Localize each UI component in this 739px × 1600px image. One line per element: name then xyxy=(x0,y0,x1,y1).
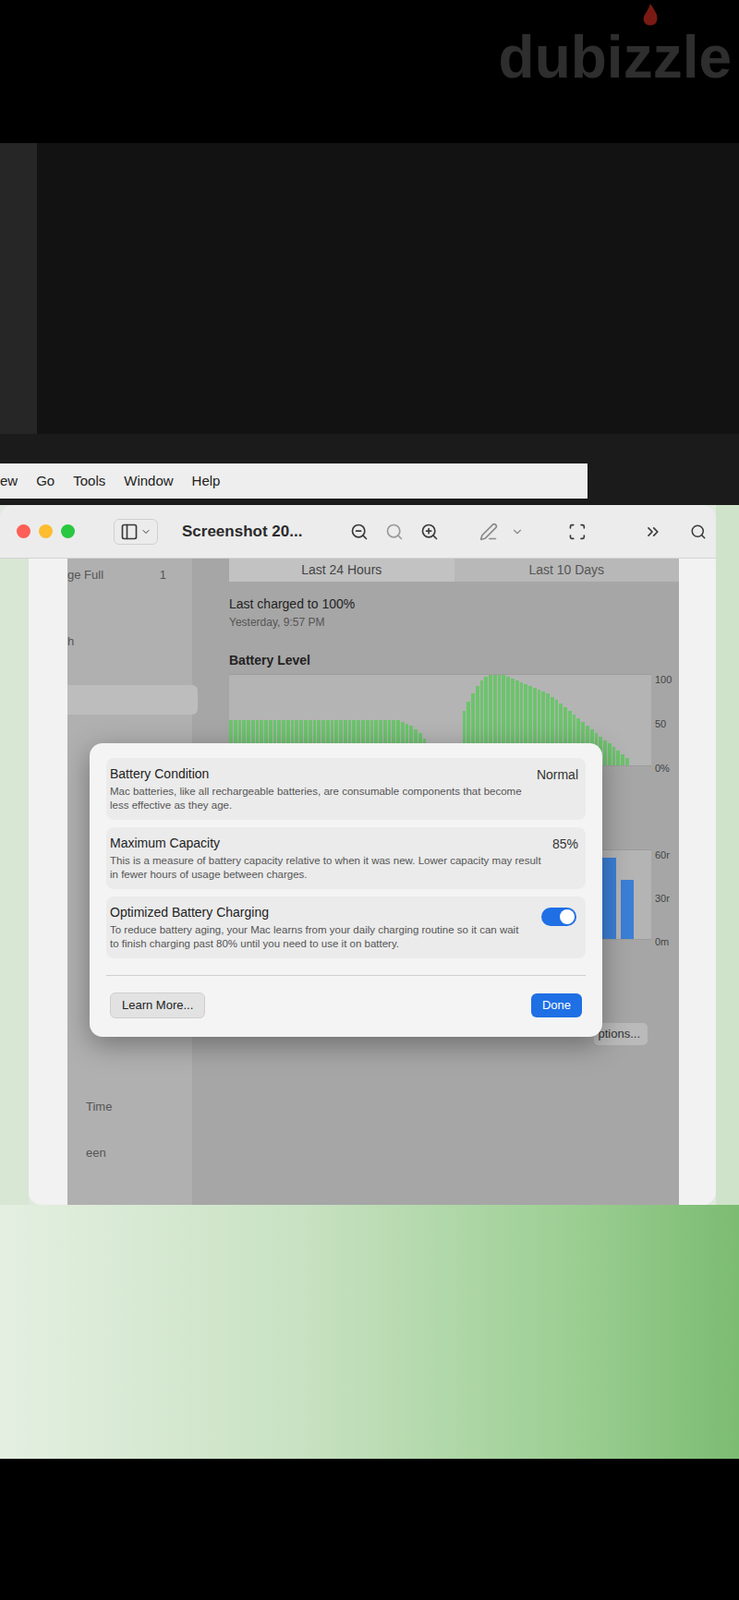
sidebar-item: ge Full1 xyxy=(67,566,193,585)
actual-size-icon[interactable] xyxy=(385,522,404,542)
sidebar-item: een xyxy=(67,1144,193,1164)
dialog-row: Maximum Capacity This is a measure of bat… xyxy=(106,827,586,890)
search-icon[interactable] xyxy=(690,522,707,542)
zoom-in-icon[interactable] xyxy=(420,522,439,542)
axis-tick: 0m xyxy=(654,936,679,948)
toggle-switch[interactable] xyxy=(541,908,577,927)
zoom-button[interactable] xyxy=(60,524,75,539)
axis-tick: 60r xyxy=(654,849,679,861)
menu-item[interactable]: Tools xyxy=(72,471,106,493)
chevron-icon[interactable] xyxy=(510,525,524,539)
window-title: Screenshot 20... xyxy=(181,520,303,545)
sidebar-item: Time xyxy=(67,1098,193,1117)
desktop: Screenshot 20... ge Full1 h Time een Last 24 … xyxy=(0,505,739,1206)
row-value: Normal xyxy=(536,765,582,786)
learn-more-button[interactable]: Learn More... xyxy=(109,993,206,1019)
flame-icon xyxy=(642,3,659,28)
range-tab[interactable]: Last 24 Hours xyxy=(229,558,455,582)
title-bar: Screenshot 20... xyxy=(0,505,716,559)
dialog-row: Battery Condition Mac batteries, like all… xyxy=(106,758,586,821)
watermark: dubizzle xyxy=(498,24,732,91)
row-title: Maximum Capacity xyxy=(109,835,542,852)
monitor-bezel xyxy=(0,143,739,435)
chart-bar xyxy=(620,880,634,940)
row-description: Mac batteries, like all rechargeable bat… xyxy=(109,785,526,813)
close-button[interactable] xyxy=(16,524,31,539)
done-button[interactable]: Done xyxy=(531,993,582,1018)
last-charged-time: Yesterday, 9:57 PM xyxy=(229,614,679,631)
markup-toolbar-icon[interactable] xyxy=(568,521,587,543)
axis-tick: 50 xyxy=(654,718,679,730)
sidebar-icon xyxy=(120,522,139,542)
row-description: To reduce battery aging, your Mac learns… xyxy=(109,923,531,952)
zoom-out-icon[interactable] xyxy=(350,522,369,542)
sidebar-selection xyxy=(67,685,198,715)
axis-tick: 0% xyxy=(654,763,679,775)
chevron-icon xyxy=(140,526,152,538)
range-tab[interactable]: Last 10 Days xyxy=(454,558,680,582)
chart-bar xyxy=(616,751,620,766)
chart-title: Battery Level xyxy=(229,651,679,671)
menu-item[interactable]: ew xyxy=(0,471,18,493)
row-value: 85% xyxy=(552,835,582,855)
more-icon[interactable] xyxy=(643,521,663,543)
menu-item[interactable]: Help xyxy=(192,471,221,493)
range-tabs: Last 24 HoursLast 10 Days xyxy=(229,558,679,582)
screenshot-image: ge Full1 h Time een Last 24 HoursLast 10 Day… xyxy=(67,558,679,1206)
chart-bar xyxy=(602,858,616,940)
wallpaper xyxy=(0,1205,739,1460)
row-title: Battery Condition xyxy=(109,765,526,783)
battery-health-dialog: Battery Condition Mac batteries, like all… xyxy=(89,743,603,1038)
sidebar-item: h xyxy=(67,632,193,652)
chart-bar xyxy=(620,754,625,766)
chart-bar xyxy=(603,740,607,766)
window-controls xyxy=(16,524,75,539)
axis-tick: 100 xyxy=(654,674,679,686)
menu-item[interactable]: Go xyxy=(36,471,55,493)
sidebar-toggle[interactable] xyxy=(113,519,158,546)
dialog-row: Optimized Battery Charging To reduce batt… xyxy=(106,896,586,959)
chart-bar xyxy=(625,758,630,766)
markup-pen-icon[interactable] xyxy=(479,522,498,542)
row-description: This is a measure of battery capacity re… xyxy=(109,854,542,883)
chart-bar xyxy=(607,743,612,766)
watermark-area: dubizzle xyxy=(0,0,739,144)
axis-tick: 30r xyxy=(654,893,679,905)
menu-item[interactable]: Window xyxy=(123,471,173,493)
menu-bar: ew Go Tools Window Help xyxy=(0,463,739,499)
options-button[interactable]: ptions... xyxy=(593,1023,648,1046)
chart-bar xyxy=(612,747,617,766)
photo-of-screen: dubizzle ew Go Tools Window Help Screenshot 20… xyxy=(0,0,739,1600)
minimize-button[interactable] xyxy=(38,524,53,539)
last-charged: Last charged to 100% xyxy=(229,594,679,615)
row-title: Optimized Battery Charging xyxy=(109,904,531,921)
preview-window: Screenshot 20... ge Full1 h Time een Last 24 … xyxy=(0,505,716,1206)
